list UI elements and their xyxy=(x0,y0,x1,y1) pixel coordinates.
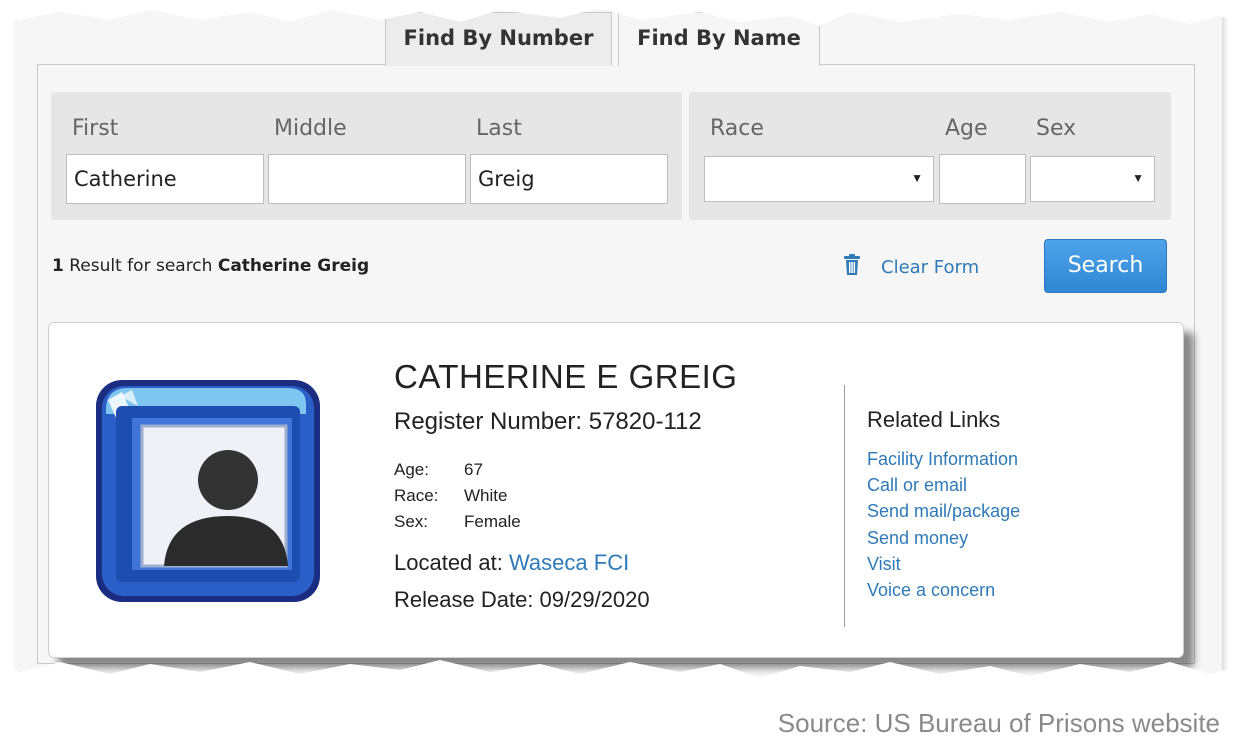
source-caption: Source: US Bureau of Prisons website xyxy=(777,708,1220,738)
last-name-input[interactable]: Greig xyxy=(470,154,668,204)
avatar-icon xyxy=(96,380,320,602)
divider xyxy=(844,385,845,627)
result-summary: 1 Result for search Catherine Greig xyxy=(52,256,369,276)
last-label: Last xyxy=(476,116,522,141)
related-links-title: Related Links xyxy=(867,407,1001,432)
location-label: Located at: xyxy=(394,550,509,575)
link-send-mail-package[interactable]: Send mail/package xyxy=(867,501,1020,522)
caret-down-icon: ▼ xyxy=(1132,171,1144,185)
link-call-or-email[interactable]: Call or email xyxy=(867,475,967,496)
sex-key: Sex: xyxy=(394,512,429,531)
result-count: 1 xyxy=(52,256,64,276)
torn-edge-bottom xyxy=(0,660,1240,692)
location: Located at: Waseca FCI xyxy=(394,550,629,576)
link-send-money[interactable]: Send money xyxy=(867,528,968,549)
search-button[interactable]: Search xyxy=(1044,239,1167,293)
facility-link[interactable]: Waseca FCI xyxy=(509,550,629,575)
first-name-input[interactable]: Catherine xyxy=(66,154,264,204)
sex-label: Sex xyxy=(1036,116,1077,141)
sex-select[interactable]: ▼ xyxy=(1030,156,1155,202)
clear-form-link[interactable]: Clear Form xyxy=(881,257,979,278)
torn-edge-top xyxy=(0,0,1240,26)
link-voice-a-concern[interactable]: Voice a concern xyxy=(867,580,995,601)
inmate-name: CATHERINE E GREIG xyxy=(394,358,738,395)
age-input[interactable] xyxy=(939,154,1026,204)
race-select[interactable]: ▼ xyxy=(704,156,934,202)
age-key: Age: xyxy=(394,460,429,479)
race-key: Race: xyxy=(394,486,439,505)
register-number: Register Number: 57820-112 xyxy=(394,408,702,435)
release-date: Release Date: 09/29/2020 xyxy=(394,587,650,612)
middle-label: Middle xyxy=(274,116,347,141)
race-value: White xyxy=(464,486,508,505)
link-visit[interactable]: Visit xyxy=(867,554,901,575)
caret-down-icon: ▼ xyxy=(911,171,923,185)
result-query: Catherine Greig xyxy=(217,256,370,276)
first-label: First xyxy=(72,116,119,141)
result-text: Result for search xyxy=(63,256,218,276)
sex-value: Female xyxy=(464,512,521,531)
trash-icon[interactable] xyxy=(843,254,861,276)
age-label: Age xyxy=(945,116,988,141)
race-label: Race xyxy=(710,116,764,141)
link-facility-information[interactable]: Facility Information xyxy=(867,449,1018,470)
age-value: 67 xyxy=(464,460,483,479)
middle-name-input[interactable] xyxy=(268,154,466,204)
